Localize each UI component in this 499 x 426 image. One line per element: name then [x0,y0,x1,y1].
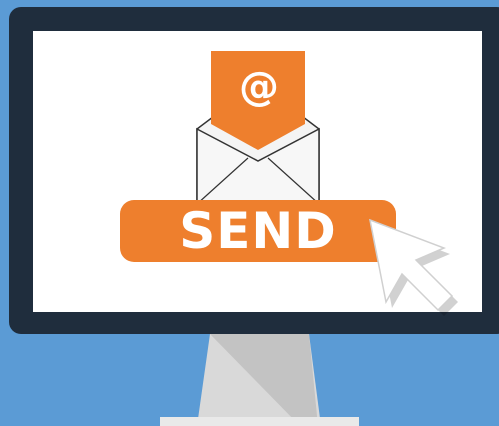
send-button-label: SEND [179,202,337,260]
at-sign-icon: @ [239,64,279,110]
send-button[interactable]: SEND [120,200,396,262]
